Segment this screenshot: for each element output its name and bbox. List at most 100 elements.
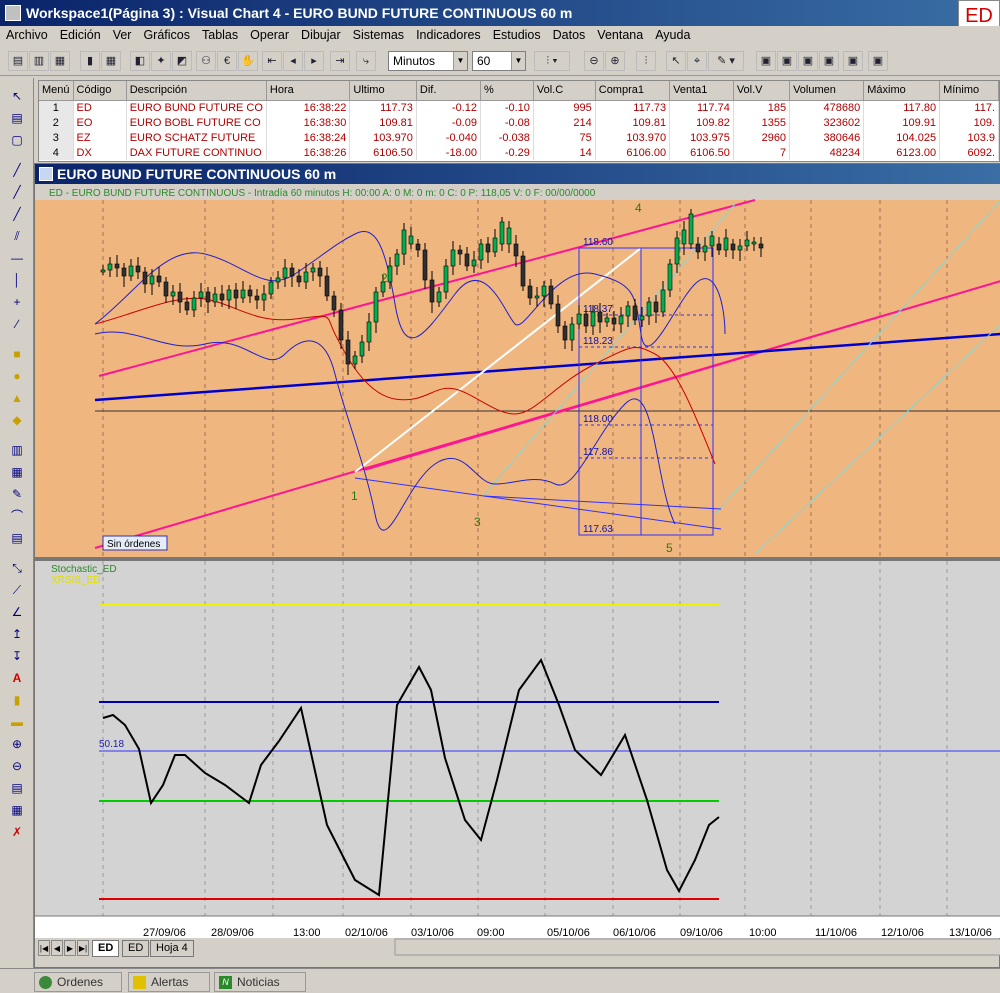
hand-icon[interactable]: ✋	[238, 51, 258, 71]
zoom-tool-icon[interactable]: ⊕	[7, 734, 27, 754]
fan-tool-icon[interactable]: ⟋	[7, 580, 27, 600]
print-tool-icon[interactable]: ▤	[7, 778, 27, 798]
chart-type-icon[interactable]: ⫶ ▾	[534, 51, 570, 71]
menu-ayuda[interactable]: Ayuda	[649, 26, 696, 42]
diamond-tool-icon[interactable]: ◆	[7, 410, 27, 430]
col-header[interactable]: Dif.	[416, 81, 481, 101]
bar-chart-icon[interactable]: ▮	[80, 51, 100, 71]
window-layout-1-icon[interactable]: ▣	[756, 51, 776, 71]
period-unit-select[interactable]: Minutos ▼	[388, 51, 468, 71]
menu-ver[interactable]: Ver	[107, 26, 138, 42]
col-header[interactable]: Mínimo	[939, 81, 999, 101]
menu-datos[interactable]: Datos	[547, 26, 592, 42]
arrow-down-tool-icon[interactable]: ↧	[7, 646, 27, 666]
pointer-icon[interactable]: ↖	[666, 51, 686, 71]
price-chart[interactable]: ED - EURO BUND FUTURE CONTINUOUS - Intra…	[35, 184, 1000, 969]
window-layout-6-icon[interactable]: ▣	[868, 51, 888, 71]
quote-row[interactable]: 2 EO EURO BOBL FUTURE CO 16:38:30 109.81 -0.0…	[39, 115, 999, 130]
window-layout-4-icon[interactable]: ▣	[819, 51, 839, 71]
folder-chart-icon[interactable]: ◩	[172, 51, 192, 71]
col-header[interactable]: Ultimo	[349, 81, 417, 101]
crosshair-icon[interactable]: +	[7, 292, 27, 312]
menu-sistemas[interactable]: Sistemas	[347, 26, 410, 42]
col-header[interactable]: Máximo	[863, 81, 941, 101]
pen-icon[interactable]: ✎ ▾	[708, 51, 744, 71]
columns-tool-icon[interactable]: ▥	[7, 440, 27, 460]
sheet-tool-icon[interactable]: ▦	[7, 800, 27, 820]
save-icon[interactable]: ▥	[29, 51, 49, 71]
zoom-in-icon[interactable]: ⊕	[605, 51, 625, 71]
text-tool-icon[interactable]: A	[7, 668, 27, 688]
connect-icon[interactable]: ⤷	[356, 51, 376, 71]
arc-tool-icon[interactable]: ⌒	[7, 506, 27, 526]
list-tool-icon[interactable]: ▤	[7, 528, 27, 548]
quote-row[interactable]: 4 DX DAX FUTURE CONTINUO 16:38:26 6106.50 -18…	[39, 145, 999, 160]
quote-row[interactable]: 1 ED EURO BUND FUTURE CO 16:38:22 117.73 -0.1…	[39, 100, 999, 115]
save-all-icon[interactable]: ▦	[50, 51, 70, 71]
sheet-tab[interactable]: Hoja 4	[150, 940, 194, 957]
label-tool-icon[interactable]: ▬	[7, 712, 27, 732]
ray-tool-icon[interactable]: ╱	[7, 182, 27, 202]
ellipse-tool-icon[interactable]: ●	[7, 366, 27, 386]
window-layout-5-icon[interactable]: ▣	[843, 51, 863, 71]
channel-tool-icon[interactable]: ⫽	[7, 226, 27, 246]
window-layout-2-icon[interactable]: ▣	[777, 51, 797, 71]
horizontal-line-icon[interactable]: —	[7, 248, 27, 268]
prev-sheet-icon[interactable]: ◀	[51, 940, 63, 956]
orders-tab[interactable]: Ordenes	[34, 972, 122, 992]
shift-right-icon[interactable]: ⇥	[330, 51, 350, 71]
line-red-tool-icon[interactable]: ╱	[7, 204, 27, 224]
col-header[interactable]: Vol.V	[733, 81, 791, 101]
col-header[interactable]: Volumen	[789, 81, 865, 101]
window-layout-3-icon[interactable]: ▣	[798, 51, 818, 71]
col-header[interactable]: Menú	[39, 81, 74, 101]
menu-dibujar[interactable]: Dibujar	[295, 26, 347, 42]
menu-estudios[interactable]: Estudios	[487, 26, 547, 42]
col-header[interactable]: %	[480, 81, 534, 101]
menu-operar[interactable]: Operar	[244, 26, 295, 42]
scroll-right-icon[interactable]: ▸	[304, 51, 324, 71]
sheet-tab[interactable]: ED	[122, 940, 150, 957]
menu-indicadores[interactable]: Indicadores	[410, 26, 487, 42]
table-icon[interactable]: ▦	[101, 51, 121, 71]
menu-tablas[interactable]: Tablas	[196, 26, 244, 42]
new-folder-icon[interactable]: ◧	[130, 51, 150, 71]
col-header[interactable]: Código	[73, 81, 127, 101]
orders-tool-icon[interactable]: ▤	[7, 108, 27, 128]
people-icon[interactable]: ⚇	[196, 51, 216, 71]
next-sheet-icon[interactable]: ▶	[64, 940, 76, 956]
vertical-line-icon[interactable]: │	[7, 270, 27, 290]
fibonacci-tool-icon[interactable]: ⤡	[7, 558, 27, 578]
grid-tool-icon[interactable]: ▦	[7, 462, 27, 482]
curve-tool-icon[interactable]: ∕	[7, 314, 27, 334]
angle-tool-icon[interactable]: ∠	[7, 602, 27, 622]
zoom-out-tool-icon[interactable]: ⊖	[7, 756, 27, 776]
quote-row[interactable]: 3 EZ EURO SCHATZ FUTURE 16:38:24 103.970 -0.0…	[39, 130, 999, 145]
col-header[interactable]: Hora	[266, 81, 351, 101]
euro-icon[interactable]: €	[217, 51, 237, 71]
arrow-up-tool-icon[interactable]: ↥	[7, 624, 27, 644]
candles-icon[interactable]: ⫶	[636, 51, 656, 71]
period-value-select[interactable]: 60 ▼	[472, 51, 526, 71]
shift-left-icon[interactable]: ⇤	[262, 51, 282, 71]
folder-star-icon[interactable]: ✦	[151, 51, 171, 71]
rectangle-tool-icon[interactable]: ■	[7, 344, 27, 364]
alerts-tab[interactable]: Alertas	[128, 972, 210, 992]
menu-edicion[interactable]: Edición	[54, 26, 107, 42]
window-tool-icon[interactable]: ▢	[7, 130, 27, 150]
menu-graficos[interactable]: Gráficos	[137, 26, 196, 42]
pointer-tool-icon[interactable]: ↖	[7, 86, 27, 106]
cursor-line-icon[interactable]: ⌖	[687, 51, 707, 71]
delete-tool-icon[interactable]: ✗	[7, 822, 27, 842]
open-icon[interactable]: ▤	[8, 51, 28, 71]
menu-archivo[interactable]: Archivo	[0, 26, 54, 42]
col-header[interactable]: Descripción	[126, 81, 267, 101]
marker-tool-icon[interactable]: ▮	[7, 690, 27, 710]
last-sheet-icon[interactable]: ▶|	[77, 940, 89, 956]
sheet-tab[interactable]: ED	[92, 940, 120, 957]
scroll-left-icon[interactable]: ◂	[283, 51, 303, 71]
col-header[interactable]: Compra1	[595, 81, 671, 101]
col-header[interactable]: Venta1	[669, 81, 734, 101]
first-sheet-icon[interactable]: |◀	[38, 940, 50, 956]
col-header[interactable]: Vol.C	[533, 81, 596, 101]
